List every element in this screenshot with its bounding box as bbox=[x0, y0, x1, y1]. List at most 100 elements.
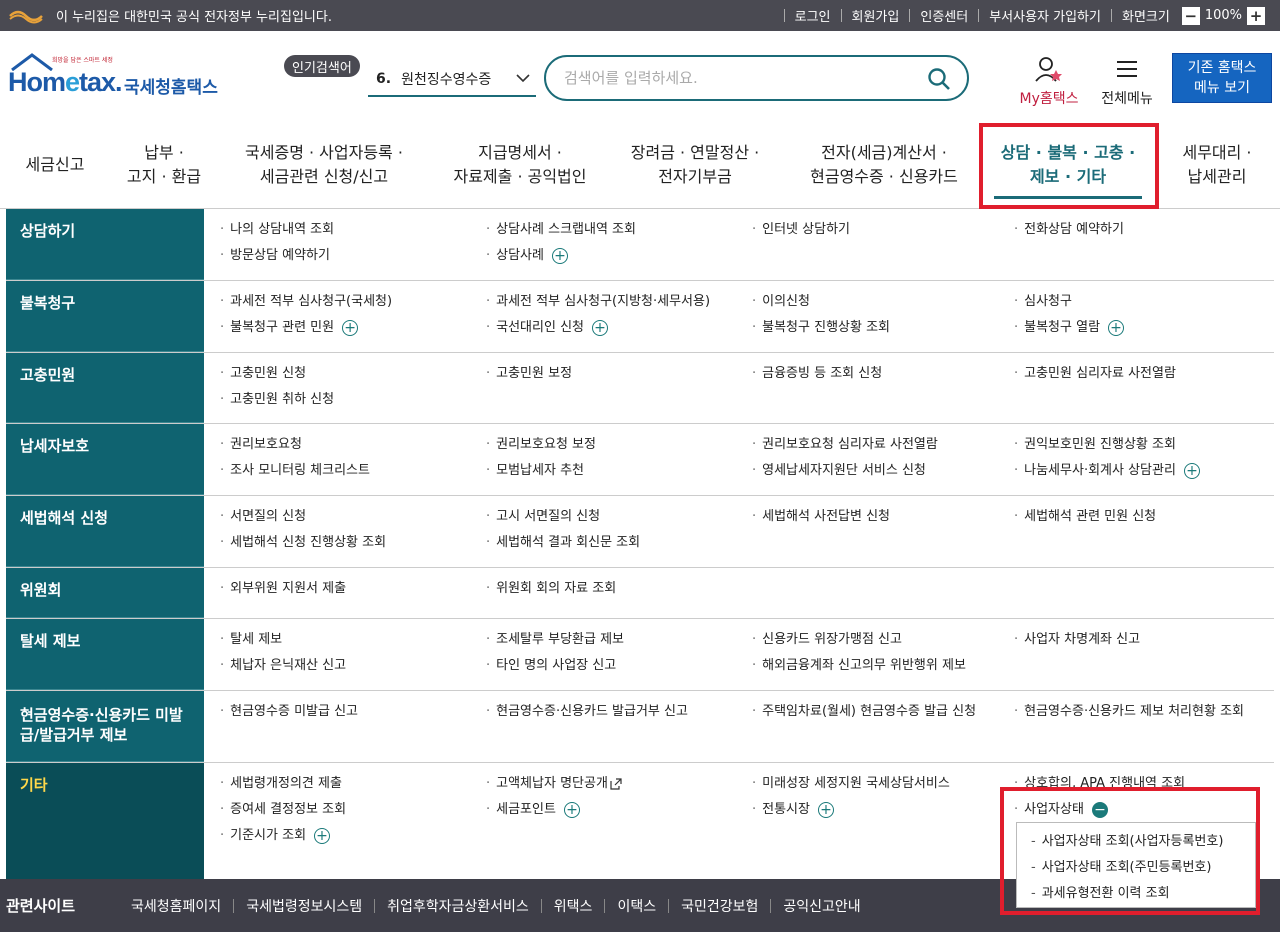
menu-item[interactable]: · 나눔세무사·회계사 상담관리 + bbox=[1014, 460, 1274, 482]
nav-payment[interactable]: 납부 · 고지 · 환급 bbox=[112, 139, 216, 191]
menu-item[interactable]: · 불복청구 열람 + bbox=[1014, 317, 1274, 339]
menu-item[interactable]: · 불복청구 진행상황 조회 bbox=[752, 317, 1014, 339]
login-link[interactable]: 로그인 bbox=[795, 6, 831, 25]
menu-item[interactable]: · 권리보호요청 보정 bbox=[486, 434, 752, 456]
plus-circle-icon[interactable]: + bbox=[342, 320, 359, 336]
search-input[interactable] bbox=[564, 69, 904, 87]
footer-link[interactable]: 위택스 bbox=[542, 896, 605, 916]
menu-item[interactable]: · 과세전 적부 심사청구(지방청·세무서용) bbox=[486, 291, 752, 313]
menu-item[interactable]: · 조세탈루 부당환급 제보 bbox=[486, 629, 752, 651]
nav-tax-report[interactable]: 세금신고 bbox=[12, 139, 98, 191]
plus-circle-icon[interactable]: + bbox=[551, 248, 568, 264]
menu-item[interactable]: · 미래성장 세정지원 국세상담서비스 bbox=[752, 773, 1014, 795]
menu-item[interactable]: · 국선대리인 신청 + bbox=[486, 317, 752, 339]
menu-item-label: 기준시가 조회 bbox=[230, 828, 307, 843]
plus-circle-icon[interactable]: + bbox=[314, 828, 331, 844]
menu-item[interactable]: · 전통시장 + bbox=[752, 799, 1014, 821]
menu-item[interactable]: · 심사청구 bbox=[1014, 291, 1274, 313]
menu-item[interactable]: · 세금포인트 + bbox=[486, 799, 752, 821]
category-tax-interpretation[interactable]: 세법해석 신청 bbox=[6, 496, 204, 567]
plus-circle-icon[interactable]: + bbox=[1183, 463, 1200, 479]
menu-item[interactable]: · 인터넷 상담하기 bbox=[752, 219, 1014, 241]
category-grievance[interactable]: 고충민원 bbox=[6, 353, 204, 423]
menu-item[interactable]: · 위원회 회의 자료 조회 bbox=[486, 578, 752, 600]
plus-circle-icon[interactable]: + bbox=[563, 802, 580, 818]
signup-link[interactable]: 회원가입 bbox=[852, 6, 900, 25]
menu-item[interactable]: · 상담사례 스크랩내역 조회 bbox=[486, 219, 752, 241]
nav-certificates[interactable]: 국세증명 · 사업자등록 · 세금관련 신청/신고 bbox=[228, 139, 420, 191]
menu-item[interactable]: · 고충민원 신청 bbox=[220, 363, 486, 385]
menu-item[interactable]: · 증여세 결정정보 조회 bbox=[220, 799, 486, 821]
footer-link[interactable]: 공익신고안내 bbox=[771, 896, 872, 916]
menu-item[interactable]: · 고충민원 심리자료 사전열람 bbox=[1014, 363, 1274, 385]
old-hometax-button[interactable]: 기존 홈택스 메뉴 보기 bbox=[1172, 53, 1272, 103]
menu-item[interactable]: · 기준시가 조회 + bbox=[220, 825, 486, 847]
menu-item[interactable]: · 주택임차료(월세) 현금영수증 발급 신청 bbox=[752, 701, 1014, 723]
menu-item[interactable]: · 세법해석 결과 회신문 조회 bbox=[486, 532, 752, 554]
menu-item[interactable]: · 권리보호요청 bbox=[220, 434, 486, 456]
category-tax-evasion-report[interactable]: 탈세 제보 bbox=[6, 619, 204, 690]
footer-link[interactable]: 이택스 bbox=[605, 896, 668, 916]
plus-circle-icon[interactable]: + bbox=[817, 802, 834, 818]
menu-item[interactable]: · 현금영수증 미발급 신고 bbox=[220, 701, 486, 723]
menu-item[interactable]: · 해외금융계좌 신고의무 위반행위 제보 bbox=[752, 655, 1014, 677]
footer-link[interactable]: 취업후학자금상환서비스 bbox=[375, 896, 541, 916]
menu-item[interactable]: · 나의 상담내역 조회 bbox=[220, 219, 486, 241]
nav-e-invoice[interactable]: 전자(세금)계산서 · 현금영수증 · 신용카드 bbox=[792, 139, 976, 191]
search-icon[interactable] bbox=[927, 67, 951, 91]
menu-item[interactable]: · 타인 명의 사업장 신고 bbox=[486, 655, 752, 677]
category-taxpayer-protection[interactable]: 납세자보호 bbox=[6, 424, 204, 495]
menu-item[interactable]: · 사업자 차명계좌 신고 bbox=[1014, 629, 1274, 651]
nav-label: 세금관련 신청/신고 bbox=[259, 167, 389, 186]
menu-item[interactable]: · 탈세 제보 bbox=[220, 629, 486, 651]
menu-item[interactable]: · 세법해석 신청 진행상황 조회 bbox=[220, 532, 486, 554]
cert-center-link[interactable]: 인증센터 bbox=[920, 6, 968, 25]
popular-search-select[interactable]: 6. 원천징수영수증 bbox=[368, 63, 536, 97]
footer-link[interactable]: 국민건강보험 bbox=[669, 896, 770, 916]
menu-item[interactable]: · 고충민원 취하 신청 bbox=[220, 389, 486, 411]
category-receipt-report[interactable]: 현금영수증·신용카드 미발급/발급거부 제보 bbox=[6, 691, 204, 762]
menu-item[interactable]: · 서면질의 신청 bbox=[220, 506, 486, 528]
plus-circle-icon[interactable]: + bbox=[1108, 320, 1125, 336]
footer-link[interactable]: 국세법령정보시스템 bbox=[234, 896, 374, 916]
menu-item[interactable]: · 신용카드 위장가맹점 신고 bbox=[752, 629, 1014, 651]
menu-item[interactable]: · 권리보호요청 심리자료 사전열람 bbox=[752, 434, 1014, 456]
category-committee[interactable]: 위원회 bbox=[6, 568, 204, 618]
menu-item[interactable]: · 방문상담 예약하기 bbox=[220, 245, 486, 267]
menu-item[interactable]: · 조사 모니터링 체크리스트 bbox=[220, 460, 486, 482]
my-hometax-button[interactable]: My홈택스 bbox=[1012, 56, 1086, 107]
menu-item[interactable]: · 세법해석 사전답변 신청 bbox=[752, 506, 1014, 528]
hometax-logo[interactable]: 희망을 담은 스마트 세정 Hometax. 국세청홈택스 bbox=[8, 53, 228, 103]
menu-item[interactable]: · 세법해석 관련 민원 신청 bbox=[1014, 506, 1274, 528]
zoom-in-button[interactable]: + bbox=[1247, 6, 1265, 25]
nav-statements[interactable]: 지급명세서 · 자료제출 · 공익법인 bbox=[440, 139, 600, 191]
category-etc[interactable]: 기타 bbox=[6, 763, 204, 879]
menu-item[interactable]: · 전화상담 예약하기 bbox=[1014, 219, 1274, 241]
menu-item[interactable]: · 불복청구 관련 민원 + bbox=[220, 317, 486, 339]
menu-item[interactable]: · 금융증빙 등 조회 신청 bbox=[752, 363, 1014, 385]
menu-item[interactable]: · 이의신청 bbox=[752, 291, 1014, 313]
category-appeal[interactable]: 불복청구 bbox=[6, 281, 204, 352]
zoom-out-button[interactable]: − bbox=[1181, 6, 1200, 25]
menu-item[interactable]: · 고시 서면질의 신청 bbox=[486, 506, 752, 528]
menu-item[interactable]: · 현금영수증·신용카드 제보 처리현황 조회 bbox=[1014, 701, 1274, 723]
nav-incentives[interactable]: 장려금 · 연말정산 · 전자기부금 bbox=[618, 139, 772, 191]
menu-item[interactable]: · 현금영수증·신용카드 발급거부 신고 bbox=[486, 701, 752, 723]
menu-item[interactable]: · 상담사례 + bbox=[486, 245, 752, 267]
menu-item[interactable]: · 권익보호민원 진행상황 조회 bbox=[1014, 434, 1274, 456]
menu-item-label: 심사청구 bbox=[1024, 294, 1072, 309]
footer-link[interactable]: 국세청홈페이지 bbox=[119, 896, 233, 916]
menu-item[interactable]: · 외부위원 지원서 제출 bbox=[220, 578, 486, 600]
all-menu-button[interactable]: 전체메뉴 bbox=[1094, 56, 1160, 107]
menu-item[interactable]: · 체납자 은닉재산 신고 bbox=[220, 655, 486, 677]
menu-item[interactable]: · 고충민원 보정 bbox=[486, 363, 752, 385]
menu-item[interactable]: · 세법령개정의견 제출 bbox=[220, 773, 486, 795]
menu-item[interactable]: · 모범납세자 추천 bbox=[486, 460, 752, 482]
nav-tax-agent[interactable]: 세무대리 · 납세관리 bbox=[1166, 139, 1268, 191]
category-consult[interactable]: 상담하기 bbox=[6, 209, 204, 280]
plus-circle-icon[interactable]: + bbox=[592, 320, 608, 336]
menu-item[interactable]: · 과세전 적부 심사청구(국세청) bbox=[220, 291, 486, 313]
dept-user-signup-link[interactable]: 부서사용자 가입하기 bbox=[989, 6, 1101, 25]
menu-item[interactable]: · 영세납세자지원단 서비스 신청 bbox=[752, 460, 1014, 482]
menu-item[interactable]: · 고액체납자 명단공개 bbox=[486, 773, 752, 795]
